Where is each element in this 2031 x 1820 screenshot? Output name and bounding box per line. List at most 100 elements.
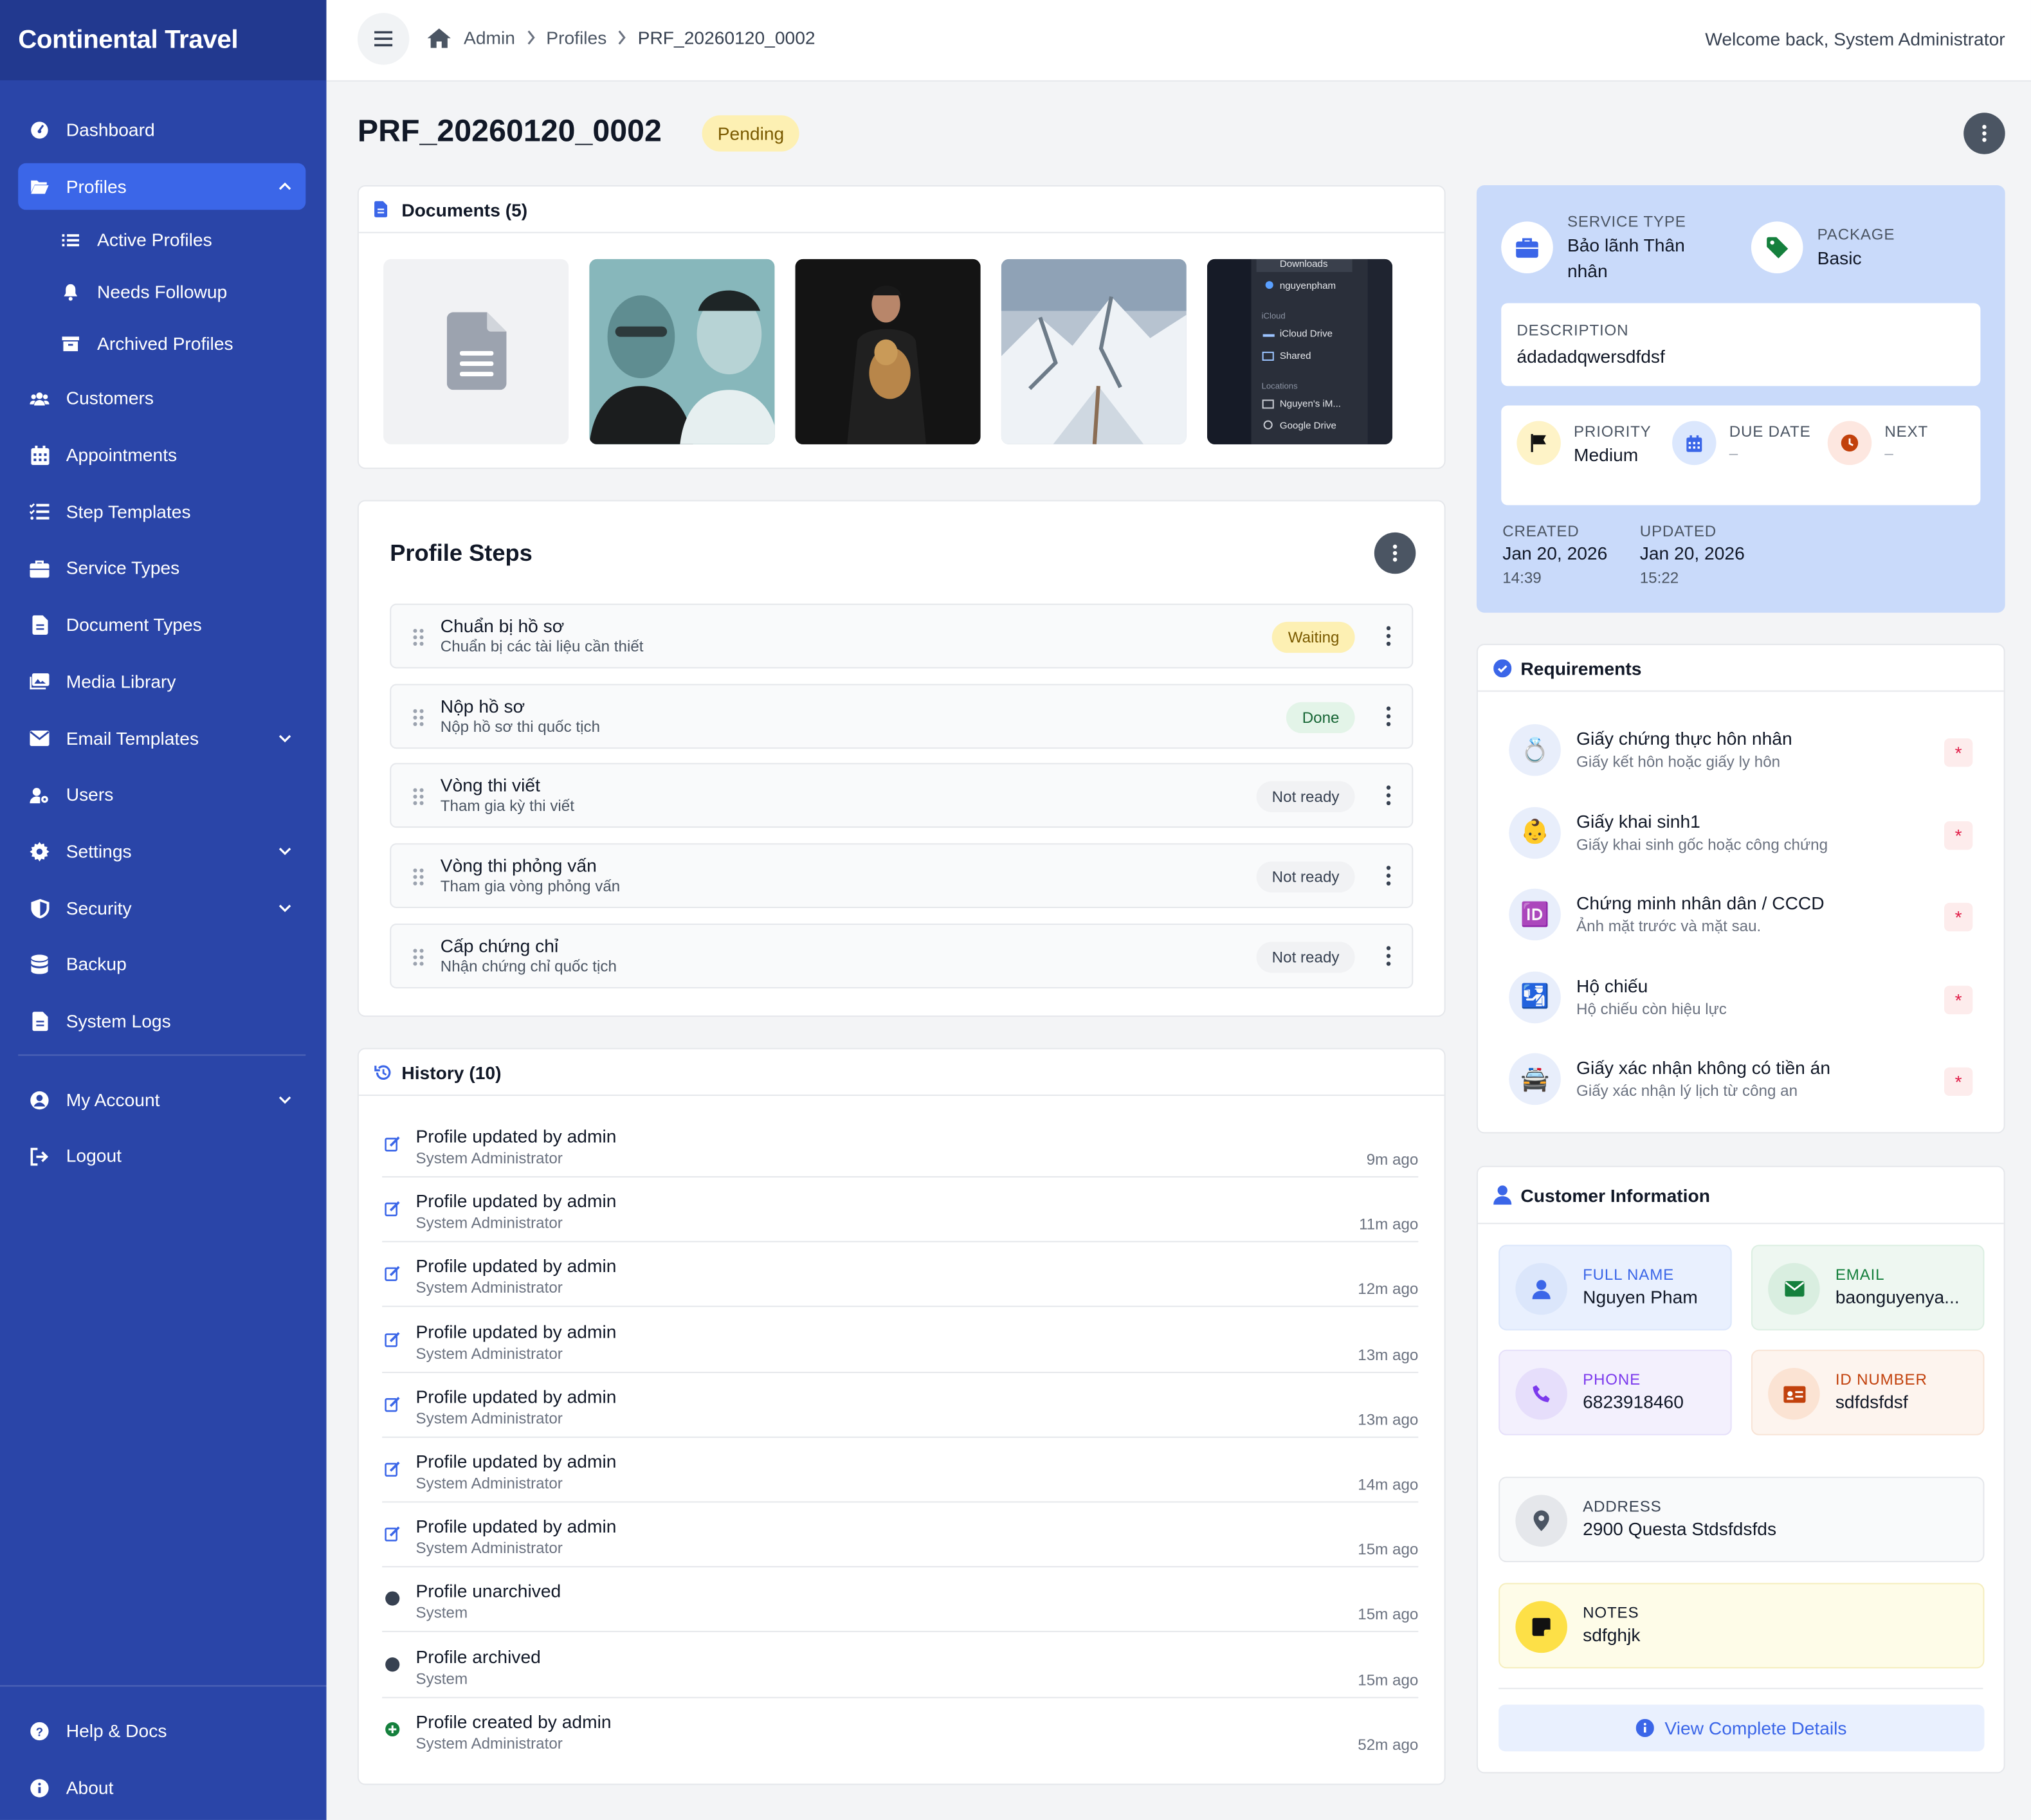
sidebar-item-step-templates[interactable]: Step Templates — [18, 488, 305, 535]
sidebar-item-document-types[interactable]: Document Types — [18, 601, 305, 648]
step-row[interactable]: Vòng thi viết Tham gia kỳ thi viết Not rea… — [390, 763, 1414, 828]
page-actions-button[interactable] — [1963, 113, 2005, 154]
step-row[interactable]: Vòng thi phỏng vấn Tham gia vòng phỏng vấ… — [390, 843, 1414, 909]
document-thumb-screenshot[interactable]: Downloads nguyenpham iCloud iCloud Drive… — [1207, 259, 1393, 444]
step-status-badge: Not ready — [1256, 941, 1355, 973]
requirement-item[interactable]: 👶 Giấy khai sinh1 Giấy khai sinh gốc hoặc … — [1509, 791, 1973, 874]
document-thumb-mountains[interactable] — [1001, 259, 1187, 444]
edit-icon — [385, 1265, 400, 1282]
drag-handle-icon[interactable] — [412, 788, 424, 806]
flag-icon — [1516, 421, 1561, 466]
step-row[interactable]: Nộp hồ sơ Nộp hồ sơ thi quốc tịch Done — [390, 683, 1414, 749]
dot-icon — [385, 1655, 400, 1671]
drag-handle-icon[interactable] — [412, 948, 424, 966]
sidebar-item-security[interactable]: Security — [18, 884, 305, 931]
step-menu-icon[interactable] — [1386, 866, 1391, 886]
requirement-item[interactable]: 🚔 Giấy xác nhận không có tiền án Giấy xác … — [1509, 1038, 1973, 1121]
created-time: 14:39 — [1502, 569, 1542, 587]
drag-handle-icon[interactable] — [412, 868, 424, 886]
id-card-icon — [1768, 1367, 1820, 1420]
history-item: Profile updated by admin System Administr… — [382, 1113, 1419, 1178]
sidebar-item-help-docs[interactable]: ? Help & Docs — [18, 1707, 305, 1754]
sidebar-item-dashboard[interactable]: Dashboard — [18, 106, 305, 153]
drag-handle-icon[interactable] — [412, 628, 424, 646]
document-thumb-file[interactable] — [383, 259, 569, 444]
history-actor: System Administrator — [415, 1343, 563, 1363]
svg-text:Nguyen's iM...: Nguyen's iM... — [1280, 398, 1341, 409]
history-item: Profile archived System 15m ago — [382, 1633, 1419, 1698]
email-box[interactable]: EMAIL baonguyenya... — [1751, 1244, 1985, 1331]
sidebar-item-logout[interactable]: Logout — [18, 1133, 305, 1179]
step-row[interactable]: Cấp chứng chỉ Nhận chứng chỉ quốc tịch Not… — [390, 923, 1414, 988]
sidebar-item-label: Profiles — [66, 176, 127, 197]
requirement-item[interactable]: 🛂 Hộ chiếu Hộ chiếu còn hiệu lực * — [1509, 956, 1973, 1039]
breadcrumb-profiles[interactable]: Profiles — [546, 27, 606, 48]
document-file-icon — [446, 312, 507, 390]
phone-label: PHONE — [1583, 1370, 1641, 1389]
sidebar-item-customers[interactable]: Customers — [18, 375, 305, 422]
step-menu-icon[interactable] — [1386, 626, 1391, 646]
sidebar-item-my-account[interactable]: My Account — [18, 1076, 305, 1123]
full-name-value: Nguyen Pham — [1583, 1286, 1698, 1307]
requirements-card: Requirements 💍 Giấy chứng thực hôn nhân Gi… — [1476, 644, 2005, 1134]
sidebar-item-label: My Account — [66, 1089, 160, 1110]
sidebar-item-active-profiles[interactable]: Active Profiles — [18, 219, 305, 260]
finder-screenshot-image: Downloads nguyenpham iCloud iCloud Drive… — [1207, 259, 1393, 444]
sticky-note-icon — [1515, 1601, 1567, 1653]
description-value: ádadadqwersdfdsf — [1516, 345, 1665, 367]
folder-open-icon — [30, 177, 49, 196]
history-title: Profile updated by admin — [415, 1190, 617, 1212]
notes-value: sdfghjk — [1583, 1624, 1641, 1646]
full-name-label: FULL NAME — [1583, 1265, 1675, 1284]
shield-icon — [30, 898, 49, 918]
sidebar-item-service-types[interactable]: Service Types — [18, 545, 305, 592]
step-menu-icon[interactable] — [1386, 705, 1391, 726]
sidebar-item-users[interactable]: Users — [18, 771, 305, 818]
requirement-icon: 🆔 — [1509, 889, 1561, 941]
menu-toggle-button[interactable] — [357, 13, 410, 65]
drag-handle-icon[interactable] — [412, 708, 424, 726]
documents-card: Documents (5) Downloads nguyenpham iClou… — [357, 185, 1446, 469]
required-asterisk-icon: * — [1944, 1068, 1973, 1097]
history-header: History (10) — [358, 1050, 1444, 1097]
document-thumb-portraits[interactable] — [589, 259, 775, 444]
requirement-item[interactable]: 💍 Giấy chứng thực hôn nhân Giấy kết hôn ho… — [1509, 709, 1973, 792]
map-pin-icon — [1515, 1495, 1567, 1547]
brand-logo[interactable]: Continental Travel — [0, 0, 327, 80]
phone-box[interactable]: PHONE 6823918460 — [1498, 1349, 1732, 1435]
sidebar-item-media-library[interactable]: Media Library — [18, 658, 305, 705]
step-subtitle: Chuẩn bị các tài liệu cần thiết — [440, 637, 644, 656]
sidebar-item-about[interactable]: About — [18, 1764, 305, 1811]
sidebar-item-label: Help & Docs — [66, 1720, 167, 1742]
sidebar-item-system-logs[interactable]: System Logs — [18, 997, 305, 1044]
edit-icon — [385, 1200, 400, 1217]
step-row[interactable]: Chuẩn bị hồ sơ Chuẩn bị các tài liệu cần … — [390, 603, 1414, 669]
sidebar-item-archived-profiles[interactable]: Archived Profiles — [18, 323, 305, 364]
description-box: DESCRIPTION ádadadqwersdfdsf — [1501, 303, 1981, 387]
documents-title: Documents (5) — [401, 199, 528, 220]
person-icon — [1515, 1262, 1567, 1315]
document-thumb-man-with-dog[interactable] — [795, 259, 981, 444]
sidebar-item-profiles[interactable]: Profiles — [18, 163, 306, 210]
sidebar-item-settings[interactable]: Settings — [18, 828, 305, 875]
notes-box: NOTES sdfghjk — [1498, 1583, 1985, 1669]
home-icon[interactable] — [427, 28, 451, 48]
view-complete-details-button[interactable]: View Complete Details — [1498, 1704, 1985, 1752]
breadcrumb: Admin Profiles PRF_20260120_0002 — [427, 27, 815, 48]
steps-actions-button[interactable] — [1374, 532, 1416, 574]
sidebar-item-needs-followup[interactable]: Needs Followup — [18, 271, 305, 313]
step-menu-icon[interactable] — [1386, 785, 1391, 806]
edit-icon — [385, 1134, 400, 1152]
edit-icon — [385, 1330, 400, 1347]
bell-icon — [64, 284, 78, 302]
step-menu-icon[interactable] — [1386, 945, 1391, 966]
svg-text:Shared: Shared — [1280, 350, 1311, 361]
sidebar-item-email-templates[interactable]: Email Templates — [18, 714, 305, 761]
history-card: History (10) Profile updated by admin Sys… — [357, 1048, 1446, 1785]
sidebar-item-appointments[interactable]: Appointments — [18, 432, 305, 478]
requirement-item[interactable]: 🆔 Chứng minh nhân dân / CCCD Ảnh mặt trước… — [1509, 873, 1973, 956]
svg-text:Downloads: Downloads — [1280, 259, 1328, 269]
sidebar-item-backup[interactable]: Backup — [18, 941, 305, 988]
breadcrumb-admin[interactable]: Admin — [464, 27, 515, 48]
user-icon — [1493, 1185, 1512, 1205]
